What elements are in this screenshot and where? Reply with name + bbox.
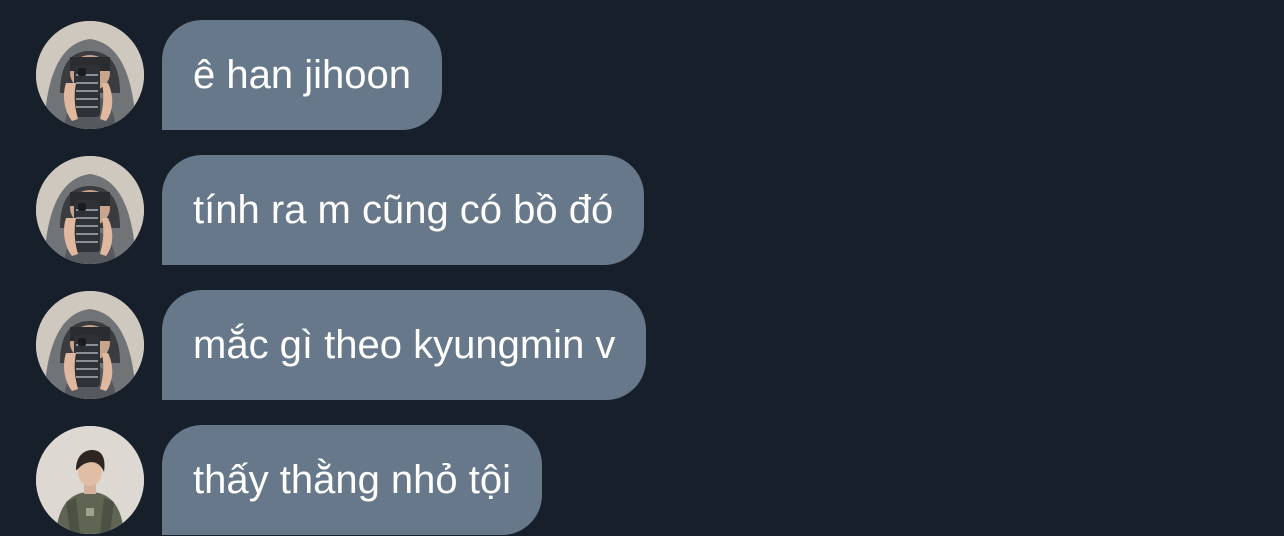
message-bubble[interactable]: mắc gì theo kyungmin v <box>162 290 647 400</box>
message-row: mắc gì theo kyungmin v <box>36 289 647 401</box>
message-row: tính ra m cũng có bồ đó <box>36 154 645 266</box>
hoodie-mirror-selfie-icon <box>36 291 144 399</box>
message-row: thấy thằng nhỏ tội <box>36 424 543 536</box>
hoodie-mirror-selfie-icon <box>36 156 144 264</box>
hoodie-mirror-selfie-icon <box>36 21 144 129</box>
avatar[interactable] <box>36 156 144 264</box>
message-bubble[interactable]: ê han jihoon <box>162 20 442 130</box>
message-row: ê han jihoon <box>36 19 442 131</box>
avatar[interactable] <box>36 291 144 399</box>
chat-thread: ê han jihoon tính ra m cũng có bồ đó mắc… <box>0 0 1284 536</box>
boy-green-jacket-icon <box>36 426 144 534</box>
avatar[interactable] <box>36 21 144 129</box>
message-bubble[interactable]: tính ra m cũng có bồ đó <box>162 155 645 265</box>
avatar[interactable] <box>36 426 144 534</box>
message-bubble[interactable]: thấy thằng nhỏ tội <box>162 425 543 535</box>
